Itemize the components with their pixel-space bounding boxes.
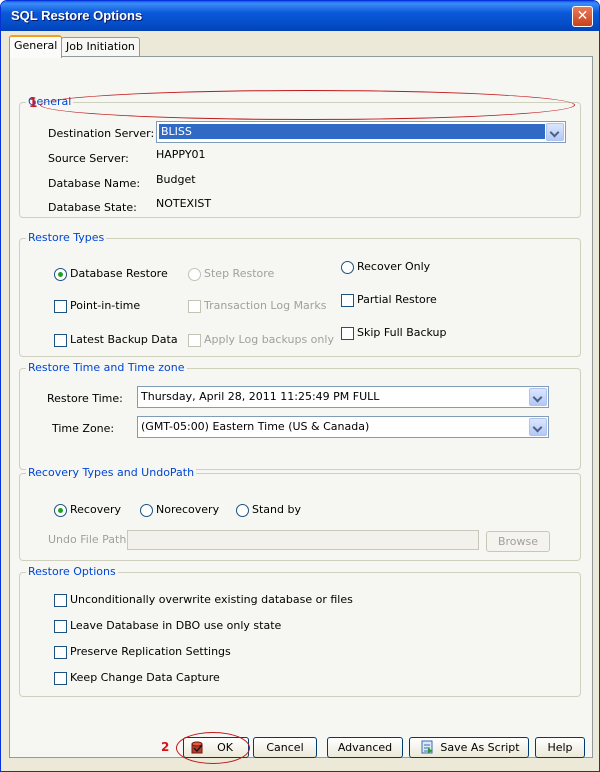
standby-label: Stand by xyxy=(252,503,301,516)
restore-time-value: Thursday, April 28, 2011 11:25:49 PM FUL… xyxy=(141,390,380,403)
partial-restore-label: Partial Restore xyxy=(357,293,437,306)
keep-change-data-capture-label: Keep Change Data Capture xyxy=(70,671,220,684)
cancel-button[interactable]: Cancel xyxy=(253,737,317,758)
database-state-label: Database State: xyxy=(48,201,137,214)
chevron-down-icon[interactable] xyxy=(529,388,547,406)
recovery-radio[interactable] xyxy=(54,504,67,517)
restore-types-legend: Restore Types xyxy=(26,231,107,244)
browse-button[interactable]: Browse xyxy=(486,531,550,552)
time-zone-value: (GMT-05:00) Eastern Time (US & Canada) xyxy=(141,420,370,433)
recover-only-radio[interactable] xyxy=(341,261,354,274)
script-icon xyxy=(421,740,433,754)
step-restore-label: Step Restore xyxy=(204,267,275,280)
norecovery-label: Norecovery xyxy=(156,503,220,516)
database-state-value: NOTEXIST xyxy=(156,197,212,210)
save-as-script-button[interactable]: Save As Script xyxy=(409,737,529,758)
time-zone-dropdown[interactable]: (GMT-05:00) Eastern Time (US & Canada) xyxy=(137,416,549,438)
database-name-label: Database Name: xyxy=(48,177,141,190)
transaction-log-marks-checkbox[interactable] xyxy=(188,300,201,313)
chevron-down-icon[interactable] xyxy=(529,418,547,436)
database-name-value: Budget xyxy=(156,173,196,186)
recover-only-label: Recover Only xyxy=(357,260,431,273)
apply-log-backups-only-label: Apply Log backups only xyxy=(204,333,334,346)
keep-change-data-capture-checkbox[interactable] xyxy=(54,672,67,685)
window-title: SQL Restore Options xyxy=(11,8,143,23)
annotation-oval-ok xyxy=(176,732,250,764)
general-tab-panel: General Destination Server: BLISS Source… xyxy=(9,56,593,758)
step-restore-radio[interactable] xyxy=(188,268,201,281)
recovery-types-legend: Recovery Types and UndoPath xyxy=(26,466,197,479)
chevron-down-icon[interactable] xyxy=(546,123,564,141)
restore-time-group: Restore Time and Time zone Restore Time:… xyxy=(19,361,581,470)
recovery-label: Recovery xyxy=(70,503,122,516)
restore-time-label: Restore Time: xyxy=(47,392,123,405)
destination-server-dropdown[interactable]: BLISS xyxy=(156,121,566,143)
norecovery-radio[interactable] xyxy=(140,504,153,517)
recovery-types-group: Recovery Types and UndoPath Recovery Nor… xyxy=(19,466,581,561)
partial-restore-checkbox[interactable] xyxy=(341,294,354,307)
time-zone-label: Time Zone: xyxy=(52,422,115,435)
annotation-marker-2: 2 xyxy=(161,740,170,754)
restore-options-legend: Restore Options xyxy=(26,565,118,578)
restore-types-group: Restore Types Database Restore Step Rest… xyxy=(19,231,581,357)
standby-radio[interactable] xyxy=(236,504,249,517)
dbo-use-only-checkbox[interactable] xyxy=(54,620,67,633)
database-restore-label: Database Restore xyxy=(70,267,168,280)
help-button[interactable]: Help xyxy=(535,737,585,758)
sql-restore-options-dialog: SQL Restore Options ✕ General Job Initia… xyxy=(0,0,600,772)
save-as-script-label: Save As Script xyxy=(440,741,520,754)
overwrite-existing-label: Unconditionally overwrite existing datab… xyxy=(70,593,353,606)
tab-general[interactable]: General xyxy=(9,35,63,58)
dialog-client-area: General Job Initiation General Destinati… xyxy=(5,31,595,767)
source-server-value: HAPPY01 xyxy=(156,148,206,161)
point-in-time-checkbox[interactable] xyxy=(54,300,67,313)
annotation-marker-1: 1 xyxy=(29,96,38,110)
dbo-use-only-label: Leave Database in DBO use only state xyxy=(70,619,282,632)
preserve-replication-checkbox[interactable] xyxy=(54,646,67,659)
skip-full-backup-checkbox[interactable] xyxy=(341,327,354,340)
transaction-log-marks-label: Transaction Log Marks xyxy=(204,299,327,312)
annotation-oval-destination xyxy=(40,90,575,120)
advanced-button[interactable]: Advanced xyxy=(327,737,403,758)
apply-log-backups-only-checkbox[interactable] xyxy=(188,334,201,347)
latest-backup-data-checkbox[interactable] xyxy=(54,334,67,347)
point-in-time-label: Point-in-time xyxy=(70,299,141,312)
close-icon[interactable]: ✕ xyxy=(572,6,593,27)
title-bar[interactable]: SQL Restore Options ✕ xyxy=(1,1,599,31)
restore-time-legend: Restore Time and Time zone xyxy=(26,361,187,374)
skip-full-backup-label: Skip Full Backup xyxy=(357,326,447,339)
database-restore-radio[interactable] xyxy=(54,268,67,281)
undo-file-path-input[interactable] xyxy=(127,530,479,550)
latest-backup-data-label: Latest Backup Data xyxy=(70,333,178,346)
overwrite-existing-checkbox[interactable] xyxy=(54,594,67,607)
restore-options-group: Restore Options Unconditionally overwrit… xyxy=(19,565,581,697)
destination-server-label: Destination Server: xyxy=(48,127,155,140)
destination-server-value: BLISS xyxy=(159,124,545,139)
restore-time-dropdown[interactable]: Thursday, April 28, 2011 11:25:49 PM FUL… xyxy=(137,386,549,408)
source-server-label: Source Server: xyxy=(48,152,129,165)
preserve-replication-label: Preserve Replication Settings xyxy=(70,645,231,658)
undo-file-path-label: Undo File Path: xyxy=(48,533,131,546)
tab-job-initiation[interactable]: Job Initiation xyxy=(61,37,140,56)
